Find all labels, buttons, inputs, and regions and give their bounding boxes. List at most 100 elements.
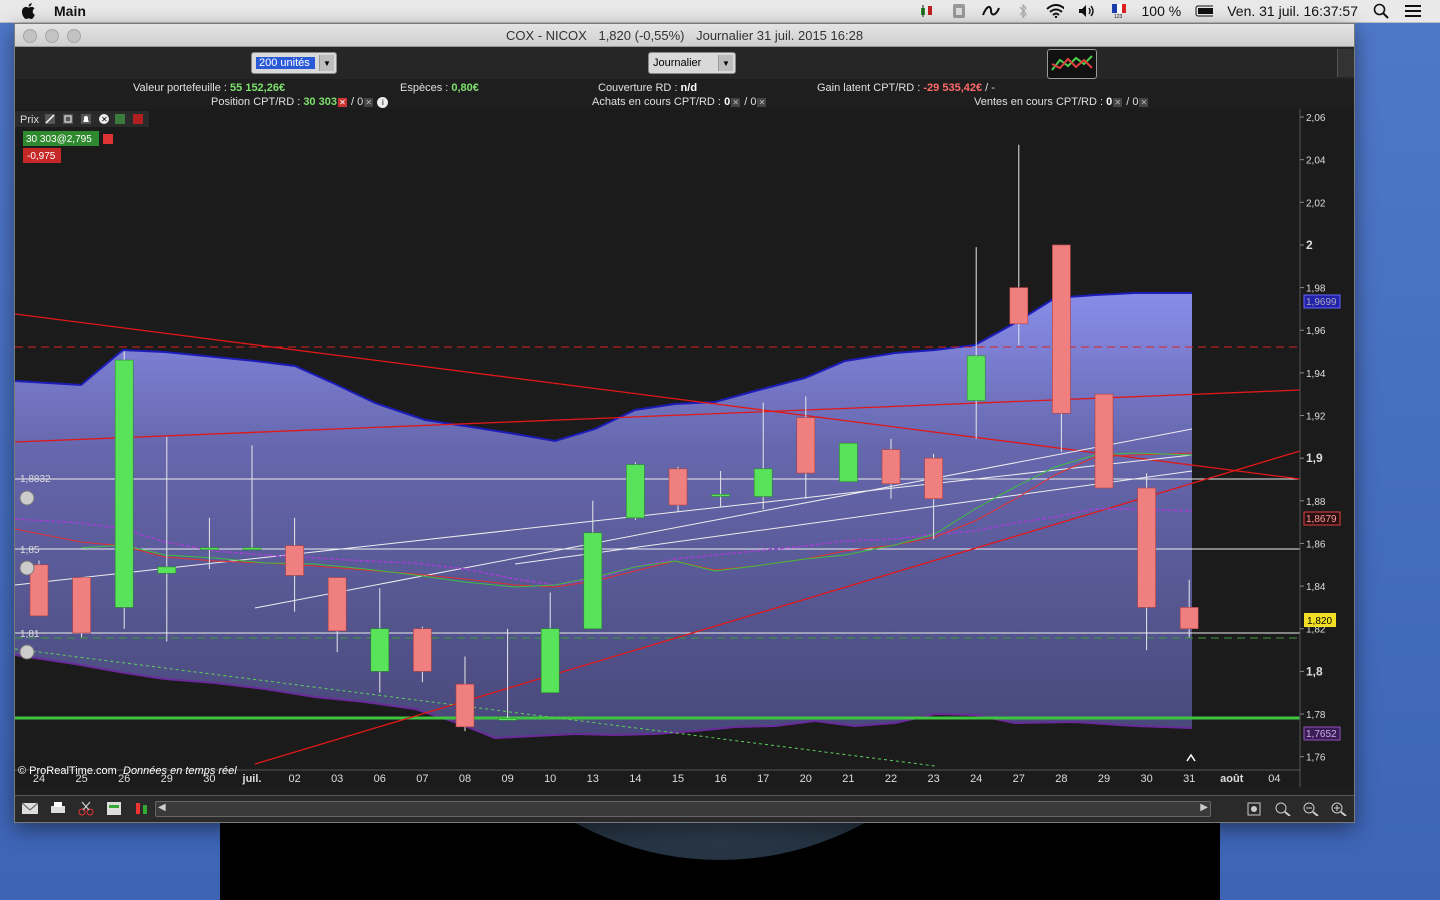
x-tick-label: 17: [757, 773, 769, 785]
close-panel-icon[interactable]: [133, 114, 143, 124]
volume-icon[interactable]: [1078, 3, 1096, 19]
indicator-icon[interactable]: [133, 800, 151, 816]
scroll-left-icon[interactable]: ◀: [158, 802, 166, 813]
title-price: 1,820 (-0,55%): [598, 27, 685, 43]
position-value: 30 303: [303, 96, 337, 108]
close-position-icon[interactable]: ✕: [337, 97, 347, 107]
info-icon[interactable]: i: [377, 96, 389, 108]
title-symbol: COX - NICOX: [505, 27, 587, 43]
x-tick-label: 27: [1013, 773, 1025, 785]
position-label: Position CPT/RD :: [211, 96, 301, 108]
battery-icon[interactable]: [1195, 3, 1214, 19]
close-icon[interactable]: ✕: [731, 97, 741, 107]
portfolio-value: 55 152,26€: [230, 82, 286, 94]
copy-icon[interactable]: [63, 114, 73, 124]
y-tick-label: 1,92: [1306, 412, 1326, 423]
minimize-button[interactable]: [45, 29, 59, 43]
price-chart-panel[interactable]: 2,06 2,04 2,02 2 1,98 1,96 1,94 1,92 1,9 1,88 1,86…: [14, 109, 1354, 787]
price-chart[interactable]: 2,06 2,04 2,02 2 1,98 1,96 1,94 1,92 1,9 1,88 1,86…: [14, 109, 1354, 787]
remove-icon[interactable]: ✕: [99, 114, 109, 124]
window-controls: [23, 29, 81, 43]
tag-price: 1,820: [1307, 616, 1332, 627]
battery-percentage: 100 %: [1141, 3, 1182, 19]
mail-icon[interactable]: [21, 800, 39, 816]
x-tick-label: 10: [544, 773, 556, 785]
clock-datetime[interactable]: Ven. 31 juil. 16:37:57: [1227, 3, 1358, 19]
realtime-label: Données en temps réel: [123, 765, 237, 777]
candle-body: [966, 355, 986, 401]
cash-value: 0,80€: [451, 82, 479, 94]
bluetooth-icon[interactable]: [1014, 3, 1032, 19]
title-period: Journalier 31 juil. 2015 16:28: [696, 27, 864, 43]
sell-value: 0: [1106, 96, 1113, 108]
zoom-out-icon[interactable]: [1301, 800, 1319, 816]
y-tick-label: 2,06: [1306, 113, 1326, 124]
period-value: Journalier: [653, 57, 702, 69]
spreadsheet-icon[interactable]: [105, 800, 123, 816]
tag-upper: 1,9699: [1306, 297, 1337, 308]
tag-mid: 1,8679: [1306, 514, 1337, 525]
svg-text:123: 123: [1114, 14, 1123, 19]
candle-body: [1179, 607, 1199, 630]
x-tick-label: 04: [1268, 773, 1280, 785]
candle-body: [1052, 244, 1071, 414]
units-select[interactable]: 200 unités ▼: [251, 52, 337, 74]
zoom-area-icon[interactable]: [1273, 800, 1291, 816]
window-titlebar[interactable]: COX - NICOX 1,820 (-0,55%) Journalier 31…: [15, 24, 1354, 47]
y-tick-label: 1,76: [1306, 753, 1326, 764]
candle-body: [753, 468, 773, 497]
scissors-icon[interactable]: [77, 800, 95, 816]
candle-body: [455, 683, 475, 728]
candle-body: [668, 468, 688, 506]
portfolio-value-row: Valeur portefeuille : 55 152,26€: [133, 82, 285, 94]
zoom-fit-icon[interactable]: [1245, 800, 1263, 816]
x-tick-label: 20: [800, 773, 812, 785]
x-tick-label: 28: [1055, 773, 1067, 785]
y-tick-label: 1,86: [1306, 539, 1326, 550]
refresh-icon[interactable]: [115, 114, 125, 124]
wifi-icon[interactable]: [1045, 3, 1064, 19]
scroll-right-icon[interactable]: ▶: [1200, 802, 1208, 813]
position-row: Position CPT/RD : 30 303 ✕ / 0 ✕ i: [211, 96, 389, 108]
alarm-icon[interactable]: [19, 490, 35, 506]
buy-value: 0: [724, 96, 731, 108]
print-icon[interactable]: [49, 800, 67, 816]
close-icon[interactable]: ✕: [1139, 97, 1149, 107]
coverage-label: Couverture RD :: [598, 82, 678, 94]
app-menu-title[interactable]: Main: [54, 3, 86, 19]
alarm-icon[interactable]: [19, 644, 35, 660]
x-tick-label: 03: [331, 773, 343, 785]
chart-style-button[interactable]: [1047, 49, 1097, 79]
x-tick-label: 06: [374, 773, 386, 785]
notification-center-icon[interactable]: [1404, 3, 1422, 19]
period-select[interactable]: Journalier ▼: [648, 52, 736, 74]
search-icon[interactable]: [1372, 3, 1390, 19]
gain-label: Gain latent CPT/RD :: [817, 82, 921, 94]
unrealized-gain-row: Gain latent CPT/RD : -29 535,42€ / -: [817, 82, 995, 94]
y-tick-label: 1,94: [1306, 369, 1326, 380]
side-panel-toggle-button[interactable]: [1337, 49, 1354, 77]
candle-body: [498, 717, 517, 721]
y-tick-label: 1,8: [1306, 664, 1323, 678]
flag-input-icon[interactable]: 123: [1110, 3, 1128, 19]
document-tray-icon[interactable]: [950, 3, 968, 19]
zoom-in-icon[interactable]: [1329, 800, 1347, 816]
zoom-button[interactable]: [67, 29, 81, 43]
close-icon[interactable]: ✕: [364, 97, 374, 107]
x-tick-label: 15: [672, 773, 684, 785]
chart-scrollbar[interactable]: ◀ ▶: [155, 801, 1211, 817]
candlestick-tray-icon[interactable]: [918, 3, 936, 19]
close-position-icon[interactable]: [103, 134, 113, 144]
cash-label: Espèces :: [400, 82, 449, 94]
wrench-icon[interactable]: [45, 114, 55, 124]
bell-icon[interactable]: [81, 114, 91, 124]
close-icon[interactable]: ✕: [1113, 97, 1123, 107]
candle-body: [1009, 287, 1029, 325]
close-button[interactable]: [23, 29, 37, 43]
signature-tray-icon[interactable]: [981, 3, 1000, 19]
close-icon[interactable]: ✕: [757, 97, 767, 107]
level-label-3: 1,81: [20, 629, 40, 640]
alarm-icon[interactable]: [19, 560, 35, 576]
apple-icon[interactable]: [20, 2, 38, 20]
chevron-down-icon: ▼: [718, 55, 733, 71]
